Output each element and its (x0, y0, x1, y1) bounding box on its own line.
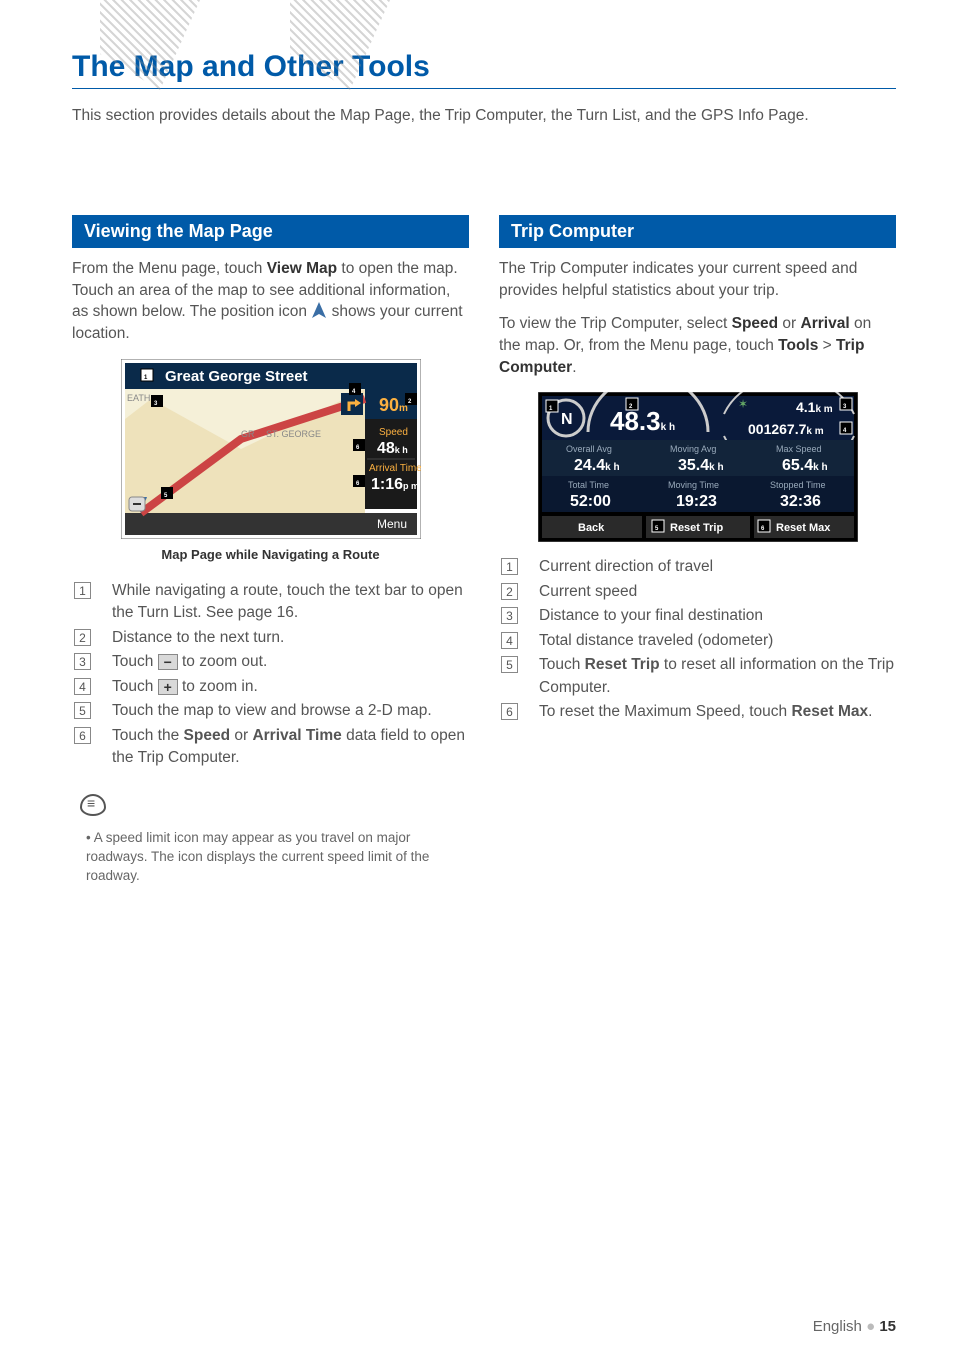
arrival-label: Arrival (801, 315, 850, 332)
reset-trip-label: Reset Trip (585, 656, 660, 673)
legend-num: 4 (501, 632, 518, 649)
legend-num: 6 (74, 727, 91, 744)
text: to zoom in. (178, 678, 258, 695)
svg-text:Menu: Menu (377, 517, 407, 531)
legend-item-3: 3Distance to your final destination (529, 605, 896, 627)
legend-item-6: 6Touch the Speed or Arrival Time data fi… (102, 725, 469, 770)
svg-text:Reset Max: Reset Max (776, 522, 831, 534)
footer-lang: English (813, 1318, 862, 1335)
legend-num: 3 (501, 607, 518, 624)
trip-computer-screenshot: N 48.3k h 4.1k m 001267.7k m ✶ Overall A… (538, 392, 858, 542)
text: or (778, 315, 800, 332)
footer-dot: ● (866, 1318, 879, 1335)
text: Current direction of travel (539, 558, 713, 575)
svg-text:Max Speed: Max Speed (776, 444, 822, 454)
legend-num: 1 (501, 558, 518, 575)
legend-item-4: 4Touch + to zoom in. (102, 676, 469, 698)
note-text: A speed limit icon may appear as you tra… (86, 830, 429, 883)
legend-num: 4 (74, 678, 91, 695)
text: Distance to your final destination (539, 607, 763, 624)
legend-num: 5 (74, 702, 91, 719)
section-header-map: Viewing the Map Page (72, 215, 469, 248)
svg-text:Moving Avg: Moving Avg (670, 444, 716, 454)
text: Touch the (112, 727, 184, 744)
legend-item-5: 5Touch the map to view and browse a 2-D … (102, 700, 469, 722)
map-intro-paragraph: From the Menu page, touch View Map to op… (72, 258, 469, 345)
svg-text:52:00: 52:00 (570, 493, 611, 510)
text: To view the Trip Computer, select (499, 315, 732, 332)
legend-item-2: 2Current speed (529, 581, 896, 603)
page-footer: English ● 15 (813, 1318, 896, 1335)
legend-num: 6 (501, 703, 518, 720)
legend-item-6: 6To reset the Maximum Speed, touch Reset… (529, 701, 896, 723)
right-column: Trip Computer The Trip Computer indicate… (499, 215, 896, 886)
reset-max-label: Reset Max (791, 703, 868, 720)
zoom-in-icon: + (158, 679, 178, 695)
svg-text:GR: GR (241, 429, 255, 439)
page-title: The Map and Other Tools (72, 50, 896, 89)
legend-item-1: 1Current direction of travel (529, 556, 896, 578)
note-icon (80, 794, 106, 816)
legend-num: 1 (74, 582, 91, 599)
svg-text:EATH: EATH (127, 393, 150, 403)
position-icon (311, 301, 327, 319)
svg-text:Stopped Time: Stopped Time (770, 480, 826, 490)
svg-text:Arrival Time: Arrival Time (369, 463, 421, 474)
svg-text:32:36: 32:36 (780, 493, 821, 510)
legend-num: 5 (501, 656, 518, 673)
text: Touch (112, 653, 158, 670)
legend-item-1: 1While navigating a route, touch the tex… (102, 580, 469, 625)
legend-num: 3 (74, 653, 91, 670)
svg-text:ST. GEORGE: ST. GEORGE (266, 429, 321, 439)
text: Touch (112, 678, 158, 695)
legend-num: 2 (74, 629, 91, 646)
text: to zoom out. (178, 653, 268, 670)
trip-p1: The Trip Computer indicates your current… (499, 258, 896, 301)
text: While navigating a route, touch the text… (112, 582, 463, 621)
svg-text:Great George Street: Great George Street (165, 368, 308, 385)
tools-label: Tools (778, 337, 818, 354)
intro-text: This section provides details about the … (72, 107, 896, 125)
svg-text:19:23: 19:23 (676, 493, 717, 510)
svg-text:Back: Back (578, 522, 605, 534)
text: Touch (539, 656, 585, 673)
section-header-trip: Trip Computer (499, 215, 896, 248)
map-page-screenshot: Great George Street 90m Speed 48k h Arri… (121, 359, 421, 539)
trip-p2: To view the Trip Computer, select Speed … (499, 313, 896, 378)
text: Current speed (539, 583, 637, 600)
left-column: Viewing the Map Page From the Menu page,… (72, 215, 469, 886)
svg-text:Moving Time: Moving Time (668, 480, 719, 490)
text: . (868, 703, 872, 720)
footer-page-number: 15 (879, 1318, 896, 1335)
text: or (230, 727, 252, 744)
text: From the Menu page, touch (72, 260, 267, 277)
text: To reset the Maximum Speed, touch (539, 703, 791, 720)
speed-label: Speed (184, 727, 231, 744)
legend-item-5: 5Touch Reset Trip to reset all informati… (529, 654, 896, 699)
legend-item-4: 4Total distance traveled (odometer) (529, 630, 896, 652)
text: > (818, 337, 836, 354)
text: Touch the map to view and browse a 2-D m… (112, 702, 432, 719)
svg-text:Overall Avg: Overall Avg (566, 444, 612, 454)
legend-num: 2 (501, 583, 518, 600)
svg-text:✶: ✶ (738, 397, 748, 411)
svg-text:N: N (561, 411, 573, 428)
svg-text:Speed: Speed (379, 427, 408, 438)
map-legend-list: 1 While navigating a route, touch the tex… (72, 580, 469, 770)
note-block: • A speed limit icon may appear as you t… (72, 794, 469, 887)
svg-text:Reset Trip: Reset Trip (670, 522, 723, 534)
text: . (572, 359, 576, 376)
view-map-label: View Map (267, 260, 337, 277)
text: Distance to the next turn. (112, 629, 284, 646)
trip-legend-list: 1Current direction of travel 2Current sp… (499, 556, 896, 723)
zoom-out-icon: − (158, 654, 178, 670)
legend-item-3: 3Touch − to zoom out. (102, 651, 469, 673)
arrival-time-label: Arrival Time (252, 727, 341, 744)
text: Total distance traveled (odometer) (539, 632, 773, 649)
legend-item-2: 2Distance to the next turn. (102, 627, 469, 649)
map-screenshot-caption: Map Page while Navigating a Route (72, 547, 469, 562)
speed-label: Speed (732, 315, 779, 332)
svg-text:Total Time: Total Time (568, 480, 609, 490)
